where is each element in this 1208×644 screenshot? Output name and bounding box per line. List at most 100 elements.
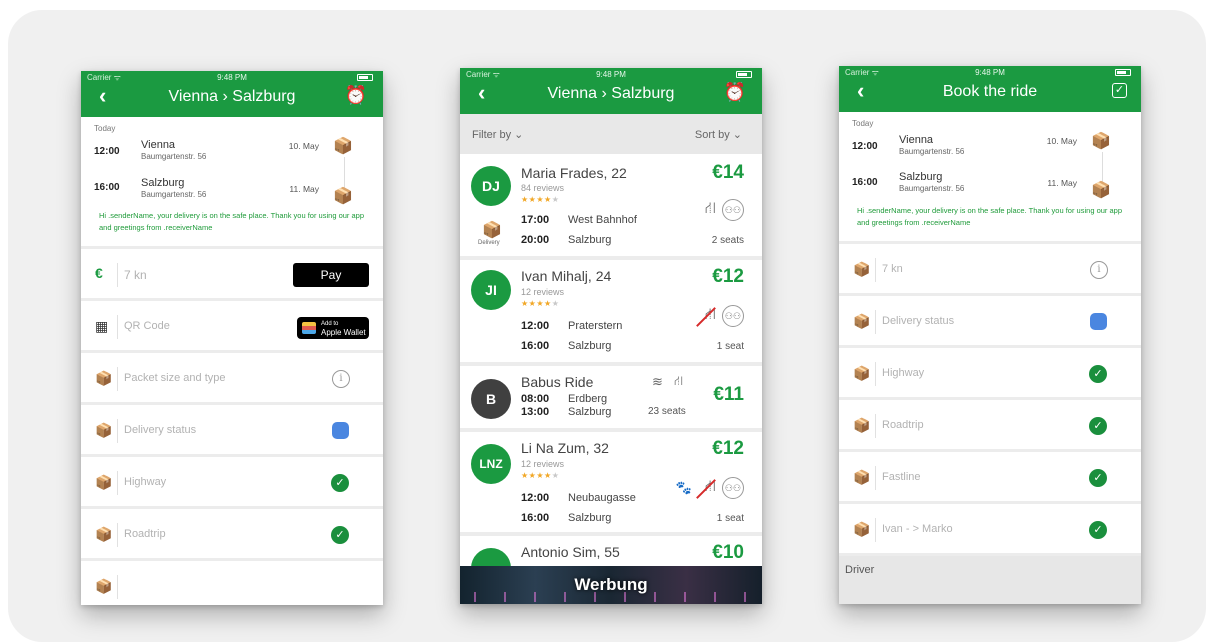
departure-address: Baumgartenstr. 56 (899, 147, 965, 156)
apple-pay-button[interactable]: Pay (293, 263, 369, 287)
package-icon: 📦 (95, 370, 113, 386)
back-button[interactable]: ‹ (99, 85, 106, 107)
ride-card[interactable]: DJ Maria Frades, 22 84 reviews ★★★★★ €14… (460, 154, 762, 260)
departure-time: 12:00 (521, 492, 550, 504)
row-divider (117, 263, 118, 287)
highway-row[interactable]: 📦 Highway ✓ (81, 457, 383, 509)
row-label: Highway (124, 476, 167, 488)
arrival-place: Salzburg (568, 234, 612, 246)
row-label: Delivery status (124, 424, 197, 436)
ride-card[interactable]: B Babus Ride 08:00 Erdberg 13:00 Salzbur… (460, 366, 762, 432)
seats-icon: ⚇⚇ (722, 477, 744, 499)
departure-place: Praterstern (568, 320, 623, 332)
row-divider (117, 315, 118, 339)
roadtrip-row[interactable]: 📦 Roadtrip ✓ (839, 400, 1141, 452)
package-dropoff-icon: 📦 (333, 188, 353, 205)
price-row[interactable]: 📦 7 kn i (839, 244, 1141, 296)
avatar: JI (471, 270, 511, 310)
package-icon: 📦 (95, 526, 113, 542)
filter-by-dropdown[interactable]: Filter by ⌄ (472, 128, 523, 141)
page-title: Vienna › Salzburg (547, 85, 675, 102)
departure-time: 08:00 (521, 393, 550, 405)
avatar: B (471, 379, 511, 419)
packet-size-row[interactable]: 📦 Packet size and type i (81, 353, 383, 405)
ride-card[interactable]: LNZ Li Na Zum, 32 12 reviews ★★★★★ €12 🐾… (460, 432, 762, 536)
back-button[interactable]: ‹ (478, 82, 485, 104)
clock: 9:48 PM (596, 70, 626, 79)
nav-bar: Carrier ᯤ 9:48 PM ‹ Vienna › Salzburg ⏰ (81, 71, 383, 117)
ride-price: €14 (712, 162, 744, 183)
euro-icon: € (95, 265, 103, 281)
departure-address: Baumgartenstr. 56 (141, 152, 207, 161)
star-rating: ★★★★★ (521, 299, 560, 308)
checkmark-icon: ✓ (1089, 521, 1107, 539)
seats-available: 2 seats (711, 235, 744, 246)
page-title: Book the ride (942, 83, 1038, 100)
package-icon: 📦 (853, 365, 871, 381)
day-label: Today (94, 124, 116, 133)
info-icon[interactable]: i (332, 370, 350, 388)
package-icon: 📦 (95, 422, 113, 438)
alarm-clock-icon[interactable]: ⏰ (724, 82, 746, 102)
info-icon[interactable]: i (1090, 261, 1108, 279)
status-bar: Carrier ᯤ 9:48 PM (839, 67, 1141, 78)
departure-time: 12:00 (521, 320, 550, 332)
ad-banner[interactable]: Werbung (460, 566, 762, 604)
review-count: 12 reviews (521, 287, 565, 297)
arrival-place: Salzburg (568, 340, 612, 352)
seats-icon: ⚇⚇ (722, 305, 744, 327)
status-bar: Carrier ᯤ 9:48 PM (81, 72, 383, 83)
delivery-status-row[interactable]: 📦 Delivery status (81, 405, 383, 457)
nav-bar: Carrier ᯤ 9:48 PM ‹ Book the ride ✓ (839, 66, 1141, 112)
battery-icon (736, 71, 752, 78)
driver-name: Li Na Zum, 32 (521, 440, 609, 456)
row-label: 7 kn (882, 263, 903, 275)
arrival-date: 11. May (289, 184, 319, 194)
arrival-date: 11. May (1047, 178, 1077, 188)
checkmark-icon: ✓ (331, 474, 349, 492)
fastline-row[interactable]: 📦 Fastline ✓ (839, 452, 1141, 504)
page-title: Vienna › Salzburg (168, 88, 296, 105)
trip-summary: Today 12:00 Vienna Baumgartenstr. 56 10.… (81, 117, 383, 249)
row-divider (875, 466, 876, 490)
route-row[interactable]: 📦 Ivan - > Marko ✓ (839, 504, 1141, 556)
add-to-apple-wallet-button[interactable]: Add to Apple Wallet (297, 317, 369, 339)
nav-bar: Carrier ᯤ 9:48 PM ‹ Vienna › Salzburg ⏰ (460, 68, 762, 114)
row-divider (117, 471, 118, 495)
package-icon: 📦 (853, 521, 871, 537)
ride-card[interactable]: JI Ivan Mihalj, 24 12 reviews ★★★★★ €12 … (460, 260, 762, 366)
confirm-checkbox-icon[interactable]: ✓ (1112, 83, 1127, 98)
alarm-clock-icon[interactable]: ⏰ (345, 85, 367, 105)
package-icon: 📦 (95, 578, 113, 594)
roadtrip-row[interactable]: 📦 Roadtrip ✓ (81, 509, 383, 561)
row-divider (875, 258, 876, 282)
delivery-status-row[interactable]: 📦 Delivery status (839, 296, 1141, 348)
star-rating: ★★★★★ (521, 195, 560, 204)
row-divider (875, 362, 876, 386)
wallet-big-label: Apple Wallet (321, 328, 366, 337)
ad-text: Werbung (574, 575, 648, 594)
package-icon: 📦 (853, 261, 871, 277)
highway-icon: ⛙ (704, 200, 716, 217)
delivery-message: Hi .senderName, your delivery is on the … (99, 211, 365, 232)
wifi-icon: ≋ (652, 374, 663, 389)
highway-icon: ⛙ (674, 373, 684, 388)
departure-date: 10. May (288, 141, 319, 151)
departure-time: 17:00 (521, 214, 550, 226)
departure-time: 12:00 (94, 146, 120, 157)
status-indicator (1090, 313, 1107, 330)
trip-summary: Today 12:00 Vienna Baumgartenstr. 56 10.… (839, 112, 1141, 244)
arrival-time: 16:00 (852, 177, 878, 188)
package-pickup-icon: 📦 (1091, 133, 1111, 150)
checkmark-icon: ✓ (1089, 417, 1107, 435)
qr-code-row[interactable]: ▦ QR Code Add to Apple Wallet (81, 301, 383, 353)
highway-row[interactable]: 📦 Highway ✓ (839, 348, 1141, 400)
back-button[interactable]: ‹ (857, 80, 864, 102)
sort-by-dropdown[interactable]: Sort by ⌄ (695, 128, 742, 141)
filter-bar: Filter by ⌄ Sort by ⌄ (460, 114, 762, 154)
ride-price: €10 (712, 542, 744, 563)
arrival-time: 13:00 (521, 406, 550, 418)
status-indicator (332, 422, 349, 439)
checkmark-icon: ✓ (1089, 365, 1107, 383)
delivery-label: Delivery (478, 240, 500, 246)
